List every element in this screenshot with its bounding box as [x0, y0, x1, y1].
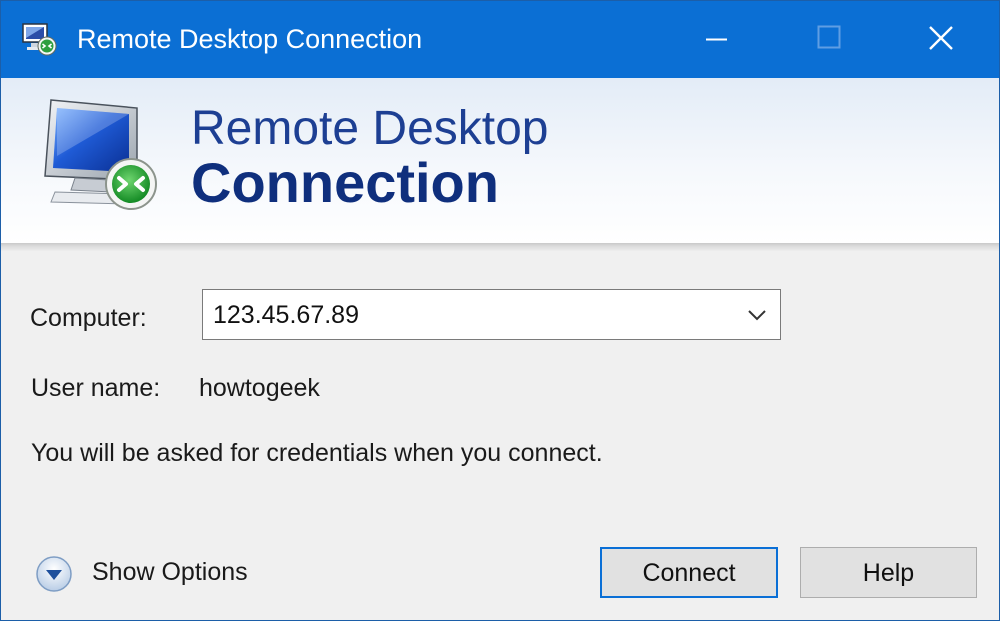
show-options-toggle[interactable]: Show Options [34, 553, 264, 593]
connect-button[interactable]: Connect [600, 547, 778, 598]
minimize-icon [706, 38, 727, 41]
chevron-down-icon[interactable] [746, 305, 768, 325]
remote-desktop-icon [22, 22, 58, 56]
show-options-label[interactable]: Show Options [92, 556, 248, 588]
title-bar[interactable]: Remote Desktop Connection [1, 1, 999, 78]
rdc-window: Remote Desktop Connection Remote Desktop… [0, 0, 1000, 621]
help-button[interactable]: Help [800, 547, 977, 598]
close-icon [929, 26, 953, 50]
banner: Remote Desktop Connection [1, 78, 999, 243]
banner-title-line2: Connection [191, 151, 499, 214]
username-value: howtogeek [199, 374, 320, 402]
expand-down-icon[interactable] [34, 554, 74, 594]
maximize-icon [817, 25, 841, 49]
banner-title-line1: Remote Desktop [191, 102, 549, 155]
computer-combobox[interactable]: 123.45.67.89 [202, 289, 781, 340]
minimize-button[interactable] [661, 1, 773, 78]
close-button[interactable] [885, 1, 997, 78]
username-label: User name: [31, 374, 161, 402]
window-title: Remote Desktop Connection [77, 24, 423, 54]
maximize-button[interactable] [773, 1, 885, 78]
credentials-info-text: You will be asked for credentials when y… [31, 439, 603, 467]
computer-label: Computer: [30, 304, 147, 332]
banner-divider [1, 243, 999, 251]
monitor-connection-icon [37, 92, 167, 222]
computer-value[interactable]: 123.45.67.89 [213, 299, 359, 331]
